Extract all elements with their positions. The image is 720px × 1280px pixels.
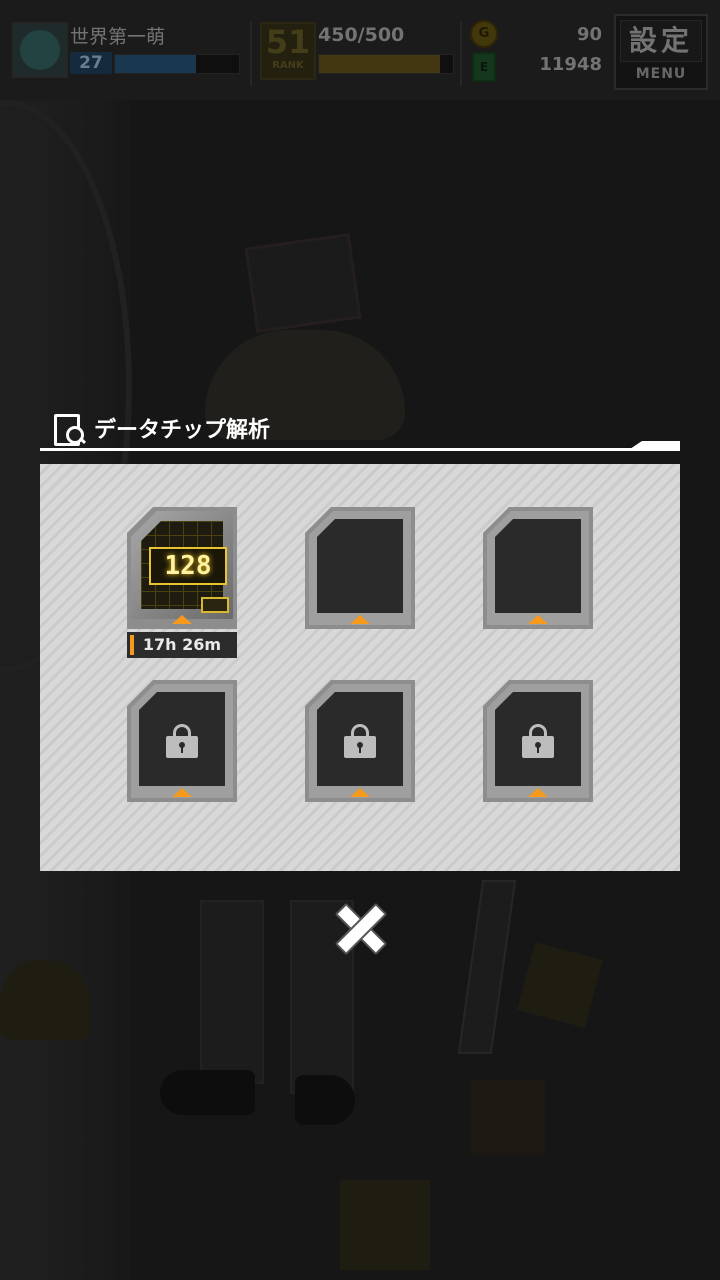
modal-header: データチップ解析	[52, 410, 270, 446]
slot-arrow-icon	[528, 788, 548, 797]
chip-slot-1[interactable]: 128	[127, 507, 237, 629]
slot-arrow-icon	[350, 615, 370, 624]
chip-slot-3[interactable]	[483, 507, 593, 629]
chip-slot-panel: 128 17h 26m	[40, 464, 680, 871]
timer-accent	[130, 635, 134, 655]
data-analysis-icon	[52, 412, 87, 446]
title-underline	[40, 448, 680, 451]
modal-title: データチップ解析	[94, 418, 271, 443]
slot-empty-area	[317, 519, 403, 613]
lock-icon	[166, 724, 198, 758]
timer-text: 17h 26m	[142, 635, 222, 654]
chip-tag-icon	[201, 597, 229, 613]
analysis-timer: 17h 26m	[127, 632, 237, 658]
slot-arrow-icon	[172, 788, 192, 797]
slot-arrow-icon	[172, 615, 192, 624]
chip-slot-2[interactable]	[305, 507, 415, 629]
lock-icon	[344, 724, 376, 758]
close-button[interactable]	[334, 902, 388, 956]
chip-slot-4-locked[interactable]	[127, 680, 237, 802]
slot-arrow-icon	[528, 615, 548, 624]
chip-number: 128	[149, 547, 227, 585]
slot-empty-area	[495, 519, 581, 613]
lock-icon	[522, 724, 554, 758]
slot-arrow-icon	[350, 788, 370, 797]
chip-slot-6-locked[interactable]	[483, 680, 593, 802]
chip-slot-5-locked[interactable]	[305, 680, 415, 802]
data-chip: 128	[131, 511, 233, 619]
